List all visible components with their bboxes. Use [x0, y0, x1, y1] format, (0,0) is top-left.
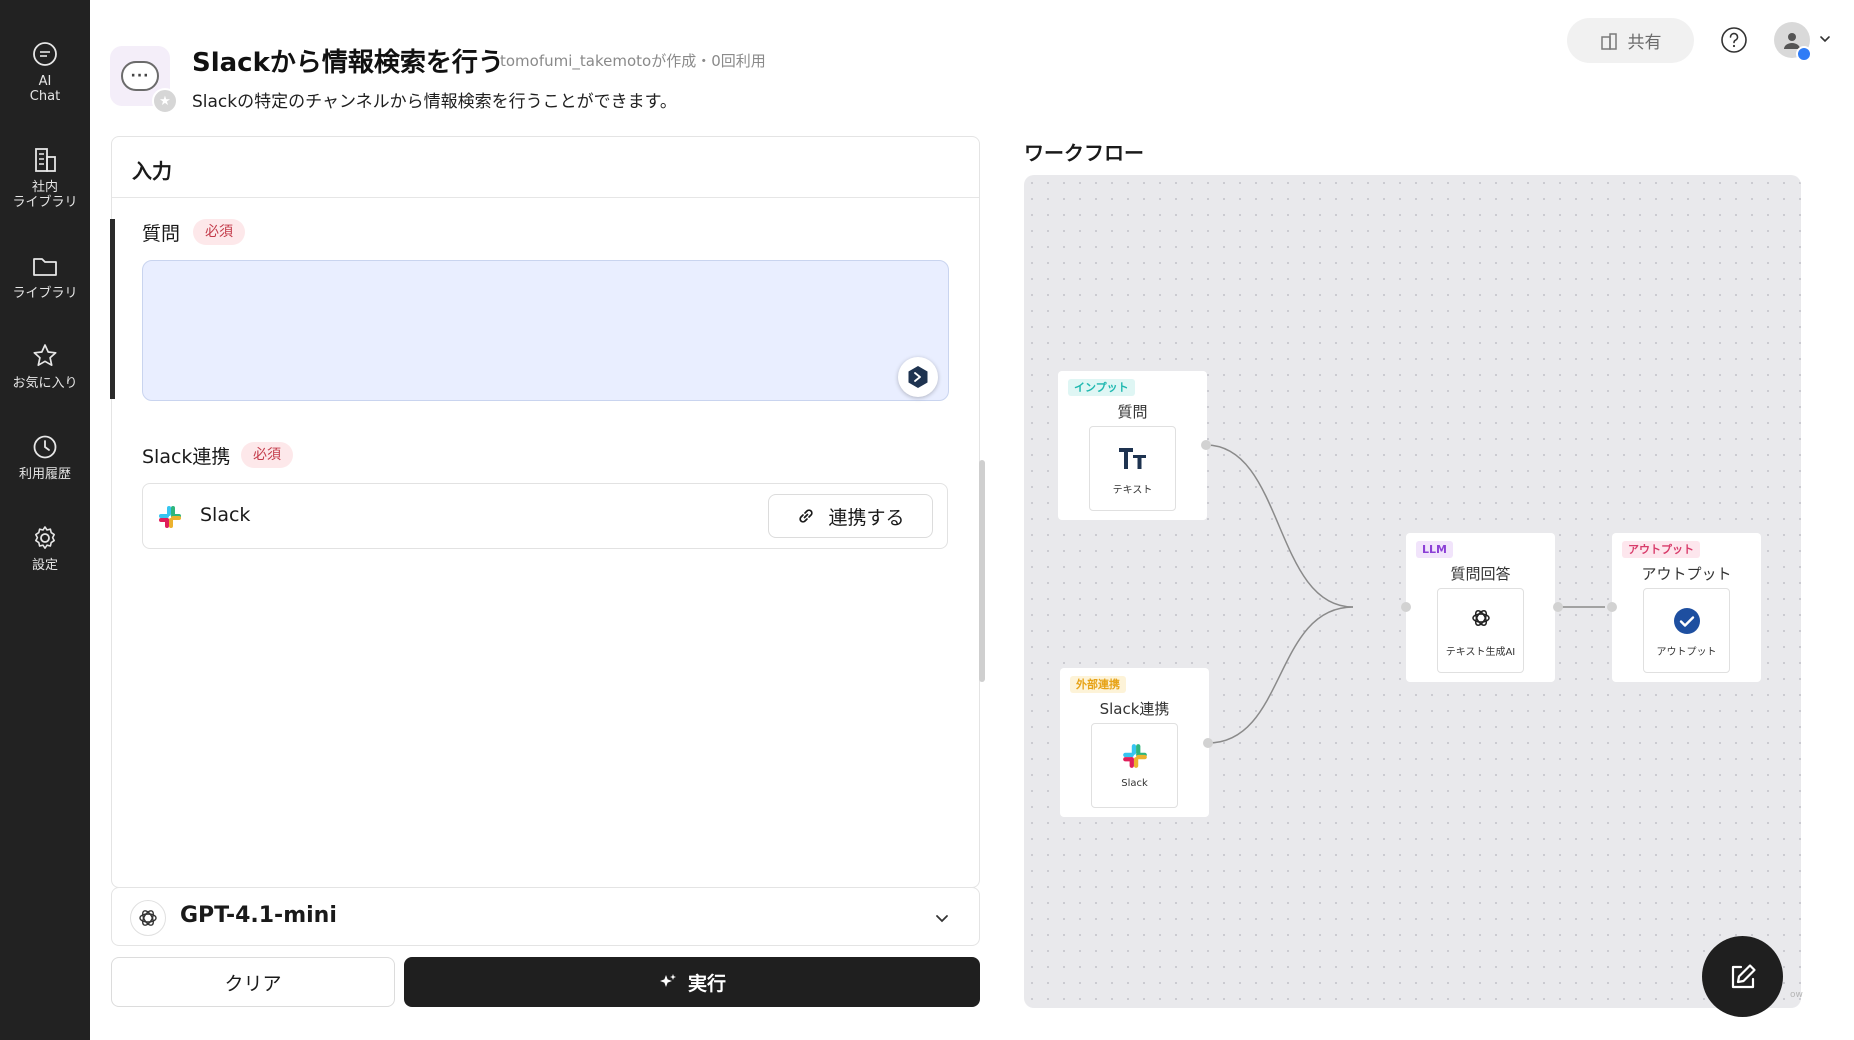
sidebar-item-favorites[interactable]: お気に入り: [0, 342, 90, 391]
edge-input-llm: [1205, 444, 1354, 608]
check-circle-glyph: [1673, 608, 1700, 634]
text-type-icon: [1090, 445, 1175, 475]
gear-icon: [35, 526, 55, 549]
workflow-title: ワークフロー: [1024, 141, 1144, 165]
favorite-star-icon[interactable]: ★: [152, 88, 178, 114]
check-circle-icon: [1644, 607, 1729, 639]
speech-bubble-icon: ···: [121, 61, 159, 91]
node-inner-card: テキスト生成AI: [1437, 588, 1524, 673]
node-inner-label: テキスト生成AI: [1445, 647, 1516, 658]
openai-icon: [130, 900, 166, 936]
slack-field-label: Slack連携: [142, 446, 231, 468]
sidebar-item-company-library[interactable]: 社内 ライブラリ: [0, 146, 90, 210]
page-meta: tomofumi_takemotoが作成・0回利用: [500, 52, 766, 70]
node-port[interactable]: [1607, 602, 1617, 612]
folder-icon: [33, 258, 57, 276]
sidebar-item-settings[interactable]: 設定: [0, 524, 90, 573]
sidebar-item-label: ライブラリ: [12, 286, 78, 301]
page-description: Slackの特定のチャンネルから情報検索を行うことができます。: [192, 92, 677, 112]
canvas-watermark: ow: [1790, 990, 1803, 1000]
connect-button[interactable]: 連携する: [768, 494, 933, 538]
required-badge: 必須: [193, 219, 245, 245]
sidebar-item-label: 社内 ライブラリ: [12, 180, 78, 210]
workflow-node-llm[interactable]: LLM 質問回答 テキスト生成AI: [1406, 533, 1555, 682]
node-tag: 外部連携: [1070, 676, 1126, 693]
model-select[interactable]: GPT-4.1-mini: [111, 887, 980, 946]
building-icon: [35, 148, 56, 172]
input-card: 入力 質問 必須 Slack連携 必須 Slack 連携する: [110, 136, 980, 888]
connect-label: 連携する: [828, 506, 905, 529]
slack-service-name: Slack: [200, 504, 251, 526]
sidebar-item-label: 設定: [31, 558, 58, 573]
node-title: 質問: [1117, 403, 1148, 421]
clear-button[interactable]: クリア: [111, 957, 395, 1007]
slack-logo-icon: [1092, 742, 1177, 774]
node-port[interactable]: [1203, 738, 1213, 748]
sidebar-item-label: お気に入り: [12, 376, 78, 391]
required-badge: 必須: [241, 442, 293, 468]
building-icon: [1600, 32, 1617, 50]
edit-fab-button[interactable]: [1702, 936, 1783, 1017]
edit-icon: [1731, 963, 1756, 988]
app-root: AI Chat 社内 ライブラリ ライブラリ お気に入り 利用履歴 設定 ···…: [0, 0, 1854, 1040]
node-title: アウトプット: [1641, 565, 1732, 583]
run-button[interactable]: 実行: [404, 957, 980, 1007]
sidebar-item-library[interactable]: ライブラリ: [0, 252, 90, 301]
node-inner-label: テキスト: [1112, 485, 1153, 496]
prompt-assist-button[interactable]: [898, 357, 938, 397]
chevron-down-icon: [936, 915, 948, 923]
chat-bubble-icon: [33, 42, 57, 66]
node-inner-card: アウトプット: [1643, 588, 1730, 673]
sidebar-item-label: 利用履歴: [18, 467, 71, 482]
node-inner-card: Slack: [1091, 723, 1178, 808]
slack-connection-row: Slack 連携する: [142, 483, 948, 549]
node-inner-card: テキスト: [1089, 426, 1176, 511]
workflow-canvas[interactable]: インプット 質問 テキスト 外部連携 Slack連携 Slack LLM 質問回…: [1024, 175, 1801, 1008]
question-input[interactable]: [142, 260, 949, 401]
node-tag: アウトプット: [1622, 541, 1700, 558]
sidebar-item-ai-chat[interactable]: AI Chat: [0, 40, 90, 104]
hexagon-assist-icon: [908, 366, 928, 388]
chevron-down-icon[interactable]: [1818, 32, 1832, 46]
node-inner-label: Slack: [1121, 778, 1148, 789]
input-card-header: 入力: [112, 137, 979, 198]
workflow-node-output[interactable]: アウトプット アウトプット アウトプット: [1612, 533, 1761, 682]
input-card-title: 入力: [132, 159, 172, 183]
slack-logo-icon: [159, 506, 181, 528]
sparkle-icon: [659, 974, 676, 987]
workflow-node-input[interactable]: インプット 質問 テキスト: [1058, 371, 1207, 520]
clock-icon: [33, 435, 57, 459]
sidebar-item-history[interactable]: 利用履歴: [0, 433, 90, 482]
openai-logo-shape: [139, 910, 157, 926]
node-inner-label: アウトプット: [1656, 647, 1717, 658]
share-label: 共有: [1627, 33, 1662, 53]
edge-slack-llm: [1207, 606, 1354, 744]
link-icon: [799, 509, 814, 523]
node-tag: LLM: [1416, 541, 1453, 558]
node-title: 質問回答: [1450, 565, 1511, 583]
help-icon[interactable]: [1720, 26, 1748, 54]
scrollbar[interactable]: [979, 460, 985, 682]
openai-icon: [1438, 607, 1523, 633]
model-name: GPT-4.1-mini: [180, 903, 337, 928]
node-port[interactable]: [1553, 602, 1563, 612]
active-field-indicator: [110, 219, 115, 399]
sidebar-item-label: AI Chat: [29, 74, 61, 104]
text-type-glyph: [1118, 448, 1146, 469]
question-label: 質問: [142, 223, 181, 245]
run-label: 実行: [687, 972, 726, 995]
slack-logo-glyph: [1122, 744, 1147, 768]
sidebar: AI Chat 社内 ライブラリ ライブラリ お気に入り 利用履歴 設定: [0, 0, 90, 1040]
page-title: Slackから情報検索を行う: [192, 48, 504, 78]
node-tag: インプット: [1068, 379, 1135, 396]
settings-badge-icon: [1796, 46, 1812, 62]
node-port[interactable]: [1201, 440, 1211, 450]
node-port[interactable]: [1401, 602, 1411, 612]
star-icon: [33, 344, 57, 367]
openai-logo-shape: [1471, 610, 1490, 626]
share-button[interactable]: 共有: [1567, 18, 1694, 63]
node-title: Slack連携: [1099, 700, 1170, 718]
workflow-node-slack[interactable]: 外部連携 Slack連携 Slack: [1060, 668, 1209, 817]
